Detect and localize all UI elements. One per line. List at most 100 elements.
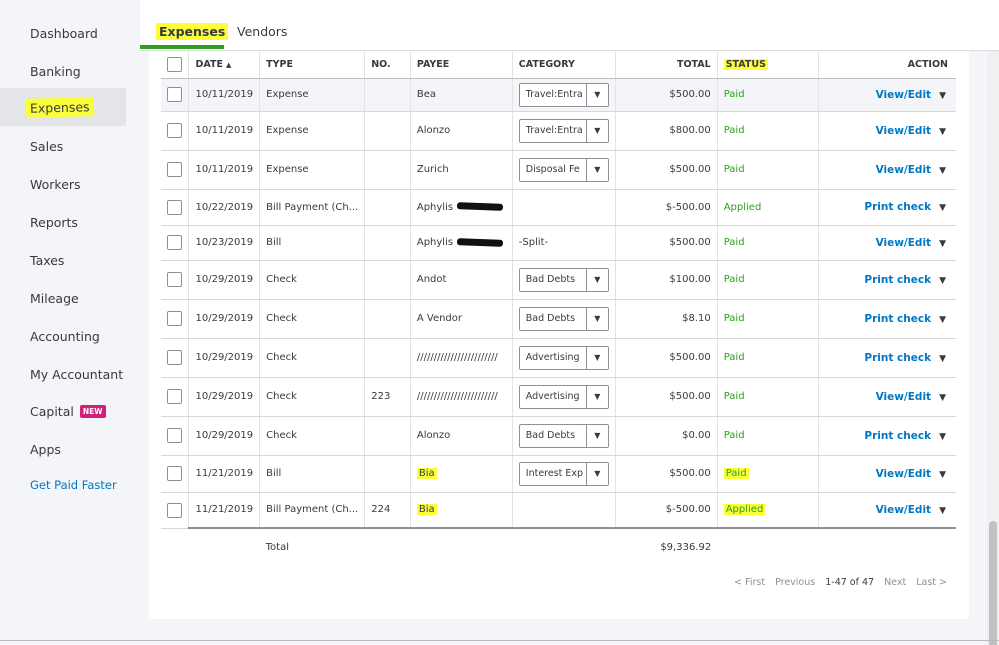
action-link[interactable]: Print check	[864, 352, 931, 364]
action-link[interactable]: Print check	[864, 430, 931, 442]
table-row[interactable]: 11/21/2019 Bill Payment (Ch... 224 Bia $-500…	[161, 492, 956, 529]
header-category[interactable]: CATEGORY	[512, 51, 616, 79]
row-checkbox[interactable]	[167, 87, 182, 102]
category-value: Bad Debts	[525, 313, 576, 324]
header-total[interactable]: TOTAL	[615, 51, 718, 79]
category-select[interactable]: Advertising ▼	[518, 384, 609, 409]
chevron-down-icon[interactable]: ▼	[585, 307, 608, 330]
header-status[interactable]: STATUS	[717, 51, 819, 79]
get-paid-faster-link[interactable]: Get Paid Faster	[0, 466, 126, 504]
sidebar-item-capital[interactable]: Capital NEW	[0, 392, 126, 430]
select-all-checkbox[interactable]	[167, 56, 182, 72]
header-payee[interactable]: PAYEE	[410, 51, 513, 79]
table-row[interactable]: 10/22/2019 Bill Payment (Ch... Aphylis $-50…	[161, 189, 956, 226]
table-row[interactable]: 10/29/2019 Check Alonzo Bad Debts ▼ $0.00 Paid…	[161, 416, 956, 456]
chevron-down-icon[interactable]: ▼	[585, 346, 608, 369]
category-select[interactable]: Travel:Entra ▼	[518, 118, 609, 143]
sidebar-item-my-accountant[interactable]: My Accountant	[0, 355, 126, 393]
sidebar-item-dashboard[interactable]: Dashboard	[0, 14, 126, 52]
chevron-down-icon[interactable]: ▼	[939, 432, 946, 442]
header-date[interactable]: DATE ▲	[188, 51, 261, 79]
action-link[interactable]: View/Edit	[876, 468, 932, 480]
chevron-down-icon[interactable]: ▼	[939, 239, 946, 249]
row-checkbox[interactable]	[167, 272, 182, 287]
chevron-down-icon[interactable]: ▼	[939, 276, 946, 286]
action-link[interactable]: Print check	[864, 313, 931, 325]
chevron-down-icon[interactable]: ▼	[939, 470, 946, 480]
table-row[interactable]: 10/29/2019 Check 223 //////////////////////…	[161, 377, 956, 417]
sidebar-item-label: Workers	[30, 176, 81, 192]
chevron-down-icon[interactable]: ▼	[939, 203, 946, 213]
sidebar-item-banking[interactable]: Banking	[0, 52, 126, 90]
chevron-down-icon[interactable]: ▼	[585, 462, 608, 485]
row-checkbox[interactable]	[167, 162, 182, 177]
table-row[interactable]: 11/21/2019 Bill Bia Interest Exp ▼ $500.00 Pai…	[161, 455, 956, 493]
action-link[interactable]: View/Edit	[876, 237, 932, 249]
status-cell: Applied	[717, 189, 819, 226]
table-row[interactable]: 10/11/2019 Expense Bea Travel:Entra ▼ $500.00…	[161, 78, 956, 112]
action-link[interactable]: View/Edit	[876, 164, 932, 176]
chevron-down-icon[interactable]: ▼	[939, 315, 946, 325]
category-select[interactable]: Disposal Fe ▼	[518, 157, 609, 182]
scrollbar-thumb[interactable]	[989, 521, 997, 645]
chevron-down-icon[interactable]: ▼	[939, 506, 946, 516]
action-link[interactable]: View/Edit	[876, 89, 932, 101]
category-select[interactable]: Travel:Entra ▼	[518, 82, 609, 107]
header-no[interactable]: NO.	[364, 51, 411, 79]
tab-expenses[interactable]: Expenses	[156, 23, 229, 40]
chevron-down-icon[interactable]: ▼	[939, 354, 946, 364]
row-checkbox[interactable]	[167, 311, 182, 326]
table-row[interactable]: 10/29/2019 Check //////////////////////// A…	[161, 338, 956, 378]
action-link[interactable]: View/Edit	[876, 504, 932, 516]
payee-cell: Aphylis	[410, 189, 513, 226]
row-checkbox[interactable]	[167, 466, 182, 481]
table-row[interactable]: 10/29/2019 Check A Vendor Bad Debts ▼ $8.10 Pa…	[161, 299, 956, 339]
row-checkbox[interactable]	[167, 428, 182, 443]
header-type[interactable]: TYPE	[259, 51, 366, 79]
sidebar-item-taxes[interactable]: Taxes	[0, 241, 126, 279]
row-checkbox[interactable]	[167, 235, 182, 250]
category-select[interactable]: Bad Debts ▼	[518, 267, 609, 292]
scrollbar[interactable]	[987, 51, 999, 645]
category-select[interactable]: Bad Debts ▼	[518, 306, 609, 331]
chevron-down-icon[interactable]: ▼	[585, 83, 608, 106]
category-select[interactable]: Bad Debts ▼	[518, 423, 609, 448]
pagination-previous[interactable]: Previous	[775, 577, 815, 588]
table-row[interactable]: 10/29/2019 Check Andot Bad Debts ▼ $100.00 Pai…	[161, 260, 956, 300]
chevron-down-icon[interactable]: ▼	[585, 385, 608, 408]
action-link[interactable]: View/Edit	[876, 125, 932, 137]
sidebar-item-expenses[interactable]: Expenses	[0, 88, 126, 126]
chevron-down-icon[interactable]: ▼	[939, 393, 946, 403]
row-checkbox[interactable]	[167, 199, 182, 215]
row-checkbox[interactable]	[167, 502, 182, 518]
action-link[interactable]: View/Edit	[876, 391, 932, 403]
sidebar-item-mileage[interactable]: Mileage	[0, 279, 126, 317]
table-row[interactable]: 10/11/2019 Expense Zurich Disposal Fe ▼ $500.…	[161, 150, 956, 190]
action-link[interactable]: Print check	[864, 201, 931, 213]
chevron-down-icon[interactable]: ▼	[585, 424, 608, 447]
chevron-down-icon[interactable]: ▼	[585, 119, 608, 142]
tab-vendors[interactable]: Vendors	[237, 24, 287, 39]
chevron-down-icon[interactable]: ▼	[585, 268, 608, 291]
row-checkbox[interactable]	[167, 389, 182, 404]
action-link[interactable]: Print check	[864, 274, 931, 286]
category-select[interactable]: Advertising ▼	[518, 345, 609, 370]
chevron-down-icon[interactable]: ▼	[939, 91, 946, 101]
chevron-down-icon[interactable]: ▼	[939, 166, 946, 176]
sidebar-item-sales[interactable]: Sales	[0, 127, 126, 165]
pagination-first[interactable]: < First	[734, 577, 765, 588]
header-no-label: NO.	[371, 58, 391, 70]
row-checkbox[interactable]	[167, 350, 182, 365]
sidebar-item-reports[interactable]: Reports	[0, 203, 126, 241]
pagination-next[interactable]: Next	[884, 577, 906, 588]
sidebar-item-apps[interactable]: Apps	[0, 430, 126, 468]
chevron-down-icon[interactable]: ▼	[939, 127, 946, 137]
table-row[interactable]: 10/23/2019 Bill Aphylis -Split- $500.00 Paid V…	[161, 225, 956, 261]
sidebar-item-workers[interactable]: Workers	[0, 165, 126, 203]
category-select[interactable]: Interest Exp ▼	[518, 461, 609, 486]
sidebar-item-accounting[interactable]: Accounting	[0, 317, 126, 355]
table-row[interactable]: 10/11/2019 Expense Alonzo Travel:Entra ▼ $800…	[161, 111, 956, 151]
chevron-down-icon[interactable]: ▼	[585, 158, 608, 181]
row-checkbox[interactable]	[167, 123, 182, 138]
pagination-last[interactable]: Last >	[916, 577, 947, 588]
